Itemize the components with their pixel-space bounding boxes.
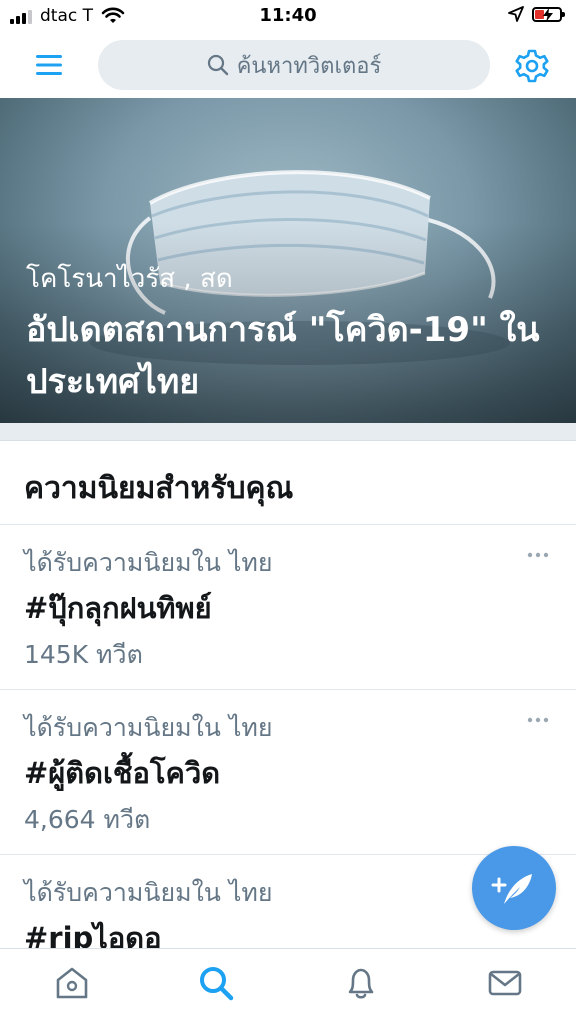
trend-context: ได้รับความนิยมใน ไทย: [24, 878, 273, 907]
trend-context: ได้รับความนิยมใน ไทย: [24, 548, 273, 577]
bell-icon[interactable]: [341, 963, 381, 1003]
search-tab-icon[interactable]: [196, 963, 236, 1003]
hero-news-card[interactable]: โคโรนาไวรัส , สด อัปเดตสถานการณ์ "โควิด-…: [0, 98, 576, 423]
search-icon: [207, 54, 228, 76]
more-icon[interactable]: [526, 549, 550, 561]
gear-icon[interactable]: [512, 46, 552, 86]
mail-icon[interactable]: [485, 963, 525, 1003]
search-input[interactable]: ค้นหาทวิตเตอร์: [98, 40, 490, 90]
compose-tweet-button[interactable]: [472, 846, 556, 930]
hero-headline: อัปเดตสถานการณ์ "โควิด-19" ในประเทศไทย: [26, 310, 540, 402]
trend-context: ได้รับความนิยมใน ไทย: [24, 713, 273, 742]
trend-hashtag: #ผู้ติดเชื้อโควิด: [24, 756, 221, 790]
trends-header: ความนิยมสำหรับคุณ: [0, 441, 576, 525]
trend-item[interactable]: ได้รับความนิยมใน ไทย #ปุ๊กลุกฝนทิพย์ 145…: [0, 525, 576, 690]
home-icon[interactable]: [52, 963, 92, 1003]
charging-bolt-icon: [543, 7, 553, 22]
tab-bar: [0, 948, 576, 1024]
compose-feather-icon: [491, 874, 532, 904]
trends-title: ความนิยมสำหรับคุณ: [24, 471, 294, 506]
trend-hashtag: #ปุ๊กลุกฝนทิพย์: [24, 591, 212, 625]
status-time: 11:40: [259, 5, 317, 26]
status-right: [508, 6, 565, 22]
trend-tweet-count: 4,664 ทวีต: [24, 805, 151, 834]
search-placeholder: ค้นหาทวิตเตอร์: [236, 53, 382, 79]
hero-category: โคโรนาไวรัส , สด: [26, 264, 233, 294]
more-icon[interactable]: [526, 714, 550, 726]
location-arrow-icon: [508, 6, 524, 22]
section-divider: [0, 423, 576, 441]
status-bar: dtac T 11:40: [0, 0, 576, 32]
trend-item[interactable]: ได้รับความนิยมใน ไทย #ผู้ติดเชื้อโควิด 4…: [0, 690, 576, 855]
menu-icon[interactable]: [34, 52, 64, 78]
explore-screen: dtac T 11:40 ค้นหาทวิตเตอร์ โคโรนาไวรัส …: [0, 0, 576, 1024]
trend-tweet-count: 145K ทวีต: [24, 640, 143, 669]
top-nav: ค้นหาทวิตเตอร์: [0, 32, 576, 98]
battery-icon: [532, 6, 565, 22]
